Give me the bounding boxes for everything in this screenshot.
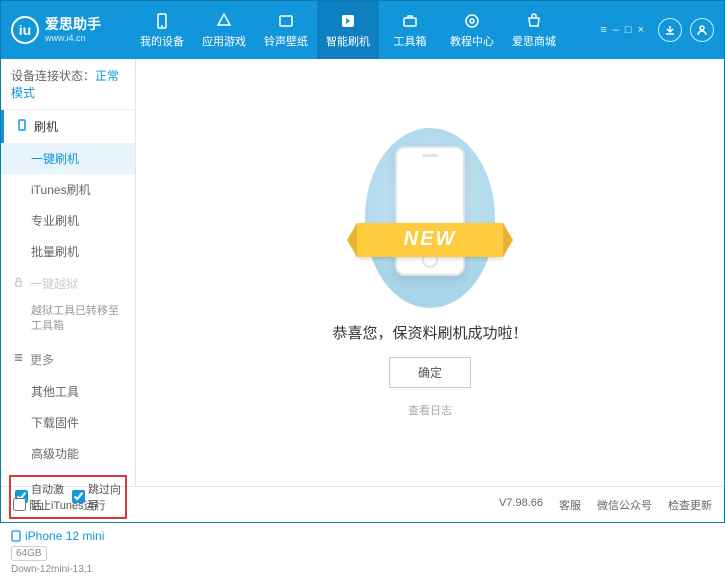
sidebar-item-other-tools[interactable]: 其他工具 <box>1 376 135 407</box>
nav-flash[interactable]: 智能刷机 <box>317 1 379 59</box>
device-icon <box>11 530 21 542</box>
nav-my-device[interactable]: 我的设备 <box>131 1 193 59</box>
header-controls: ≡ – □ × <box>600 18 714 42</box>
nav-apps[interactable]: 应用游戏 <box>193 1 255 59</box>
logo-icon: iu <box>11 16 39 44</box>
update-link[interactable]: 检查更新 <box>668 497 712 513</box>
lock-icon <box>13 277 24 291</box>
nav-store[interactable]: 爱思商城 <box>503 1 565 59</box>
nav-tutorials[interactable]: 教程中心 <box>441 1 503 59</box>
firmware-label: Down-12mini-13,1 <box>11 564 125 575</box>
toolbox-icon <box>401 12 419 30</box>
wallpaper-icon <box>277 12 295 30</box>
nav-toolbox[interactable]: 工具箱 <box>379 1 441 59</box>
sidebar-section-jailbreak: 一键越狱 <box>1 267 135 300</box>
storage-badge: 64GB <box>11 546 47 561</box>
close-icon[interactable]: × <box>638 24 644 36</box>
app-title: 爱思助手 <box>45 16 101 33</box>
service-link[interactable]: 客服 <box>559 497 581 513</box>
wechat-link[interactable]: 微信公众号 <box>597 497 652 513</box>
store-icon <box>525 12 543 30</box>
download-button[interactable] <box>658 18 682 42</box>
sidebar-item-download-firmware[interactable]: 下载固件 <box>1 407 135 438</box>
phone-icon-sm <box>16 119 28 134</box>
nav-ringtones[interactable]: 铃声壁纸 <box>255 1 317 59</box>
version-label: V7.98.66 <box>499 497 543 513</box>
minimize-icon[interactable]: – <box>613 24 619 36</box>
app-header: iu 爱思助手 www.i4.cn 我的设备 应用游戏 铃声壁纸 智能刷机 工具… <box>1 1 724 59</box>
block-itunes-checkbox[interactable]: 阻止iTunes运行 <box>13 497 106 513</box>
view-log-link[interactable]: 查看日志 <box>408 402 452 418</box>
main-content: NEW 恭喜您，保资料刷机成功啦！ 确定 查看日志 <box>136 59 724 486</box>
user-button[interactable] <box>690 18 714 42</box>
success-message: 恭喜您，保资料刷机成功啦！ <box>332 322 527 343</box>
apps-icon <box>215 12 233 30</box>
menu-icon[interactable]: ≡ <box>600 24 606 36</box>
sidebar-item-pro-flash[interactable]: 专业刷机 <box>1 205 135 236</box>
sidebar-item-advanced[interactable]: 高级功能 <box>1 438 135 469</box>
sidebar-section-more[interactable]: 更多 <box>1 343 135 376</box>
sidebar-item-batch-flash[interactable]: 批量刷机 <box>1 236 135 267</box>
flash-icon <box>339 12 357 30</box>
new-ribbon: NEW <box>357 223 503 257</box>
connection-status: 设备连接状态：正常模式 <box>1 59 135 110</box>
phone-icon <box>153 12 171 30</box>
ok-button[interactable]: 确定 <box>389 357 471 388</box>
sidebar-item-oneclick-flash[interactable]: 一键刷机 <box>1 143 135 174</box>
sidebar: 设备连接状态：正常模式 刷机 一键刷机 iTunes刷机 专业刷机 批量刷机 一… <box>1 59 136 486</box>
main-nav: 我的设备 应用游戏 铃声壁纸 智能刷机 工具箱 教程中心 爱思商城 <box>131 1 600 59</box>
sidebar-item-itunes-flash[interactable]: iTunes刷机 <box>1 174 135 205</box>
sidebar-section-flash[interactable]: 刷机 <box>1 110 135 143</box>
logo: iu 爱思助手 www.i4.cn <box>11 16 131 44</box>
success-illustration: NEW <box>365 128 495 308</box>
app-url: www.i4.cn <box>45 33 101 44</box>
device-info[interactable]: iPhone 12 mini 64GB Down-12mini-13,1 <box>9 525 127 579</box>
tutorial-icon <box>463 12 481 30</box>
maximize-icon[interactable]: □ <box>625 24 632 36</box>
menu-icon <box>13 352 24 366</box>
jailbreak-note: 越狱工具已转移至工具箱 <box>1 300 135 343</box>
